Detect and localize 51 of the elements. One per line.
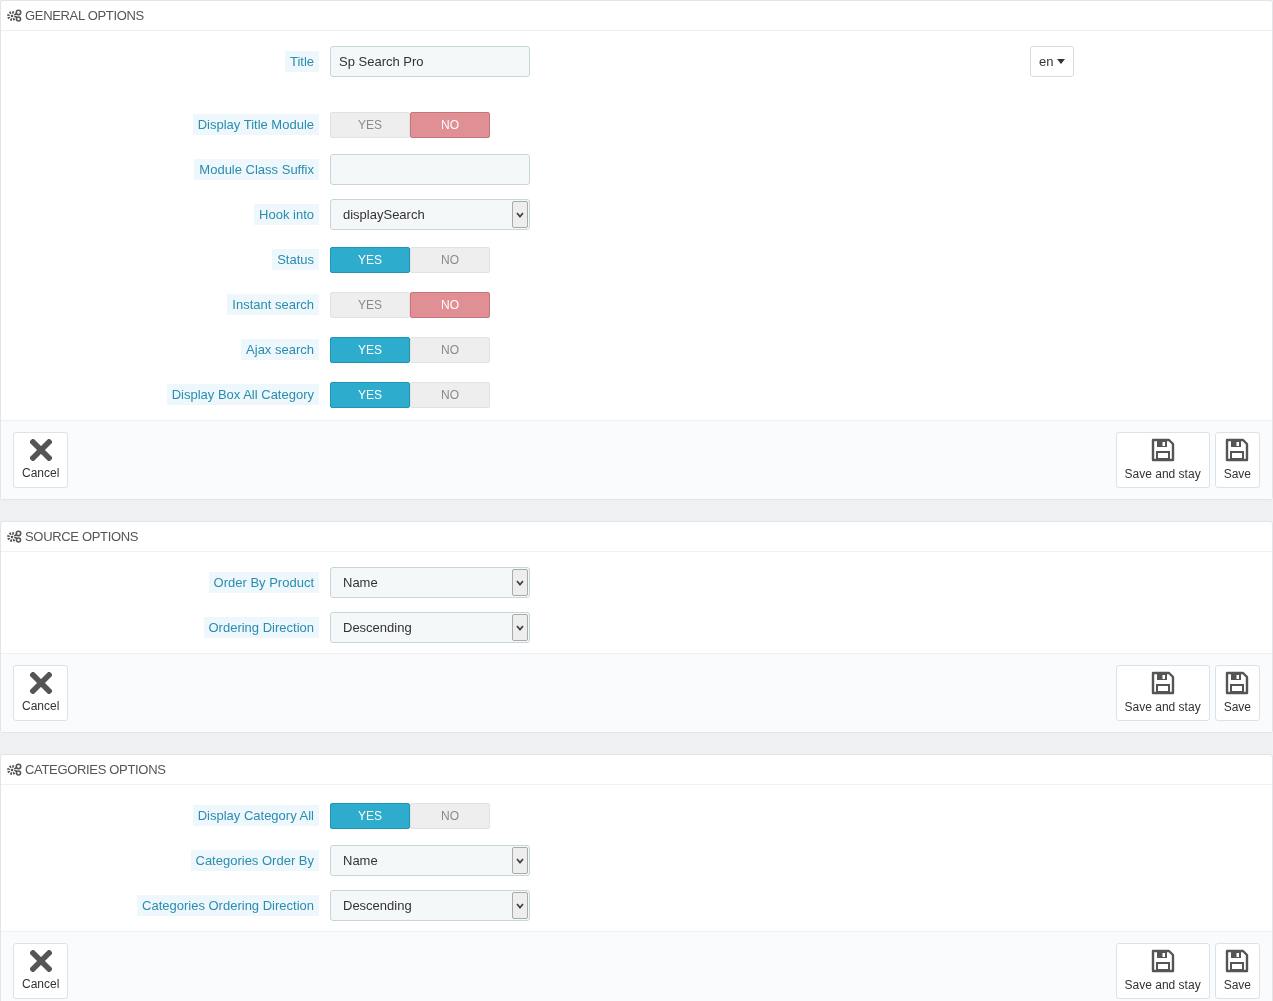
cancel-button[interactable]: Cancel [13, 943, 69, 999]
cogs-icon [7, 763, 22, 776]
panel-title: CATEGORIES OPTIONS [25, 760, 166, 779]
save-icon [1150, 948, 1175, 973]
field-label: Module Class Suffix [194, 158, 319, 181]
close-icon [29, 949, 52, 972]
cancel-button[interactable]: Cancel [13, 432, 69, 488]
field-label: Display Title Module [192, 113, 319, 136]
save-button[interactable]: Save and stay [1115, 943, 1210, 999]
field-label: Ajax search [241, 338, 319, 361]
language-dropdown[interactable]: en [1030, 46, 1075, 77]
chevron-down-icon [516, 902, 524, 909]
cogs-icon [7, 9, 22, 22]
save-button[interactable]: Save [1214, 665, 1260, 721]
select-field[interactable]: Descending [330, 890, 530, 921]
save-icon [1225, 670, 1250, 695]
caret-icon [1057, 59, 1066, 64]
text-input[interactable]: Sp Search Pro [330, 46, 530, 77]
field-label: Display Box All Category [166, 383, 319, 406]
save-button[interactable]: Save and stay [1115, 665, 1210, 721]
save-icon [1225, 948, 1250, 973]
close-icon [29, 671, 52, 694]
chevron-down-icon [516, 624, 524, 631]
cogs-icon [7, 530, 22, 543]
close-icon [29, 438, 52, 461]
save-button[interactable]: Save and stay [1115, 432, 1210, 488]
panel-title: SOURCE OPTIONS [25, 527, 139, 546]
field-label: Order By Product [208, 571, 319, 594]
save-icon [1150, 670, 1175, 695]
save-icon [1225, 437, 1250, 462]
panel-title: GENERAL OPTIONS [25, 6, 144, 25]
chevron-down-icon [516, 211, 524, 218]
cancel-button[interactable]: Cancel [13, 665, 69, 721]
select-field[interactable]: Name [330, 567, 530, 598]
field-label: Instant search [227, 293, 319, 316]
text-input[interactable] [330, 154, 530, 185]
field-label: Title [284, 50, 319, 73]
field-label: Categories Ordering Direction [137, 894, 319, 917]
chevron-down-icon [516, 579, 524, 586]
select-field[interactable]: displaySearch [330, 199, 530, 230]
save-icon [1150, 437, 1175, 462]
save-button[interactable]: Save [1214, 943, 1260, 999]
field-label: Ordering Direction [203, 616, 319, 639]
select-field[interactable]: Name [330, 845, 530, 876]
save-button[interactable]: Save [1214, 432, 1260, 488]
field-label: Display Category All [192, 804, 319, 827]
chevron-down-icon [516, 857, 524, 864]
select-field[interactable]: Descending [330, 612, 530, 643]
field-label: Categories Order By [190, 849, 319, 872]
field-label: Hook into [254, 203, 319, 226]
field-label: Status [272, 248, 319, 271]
